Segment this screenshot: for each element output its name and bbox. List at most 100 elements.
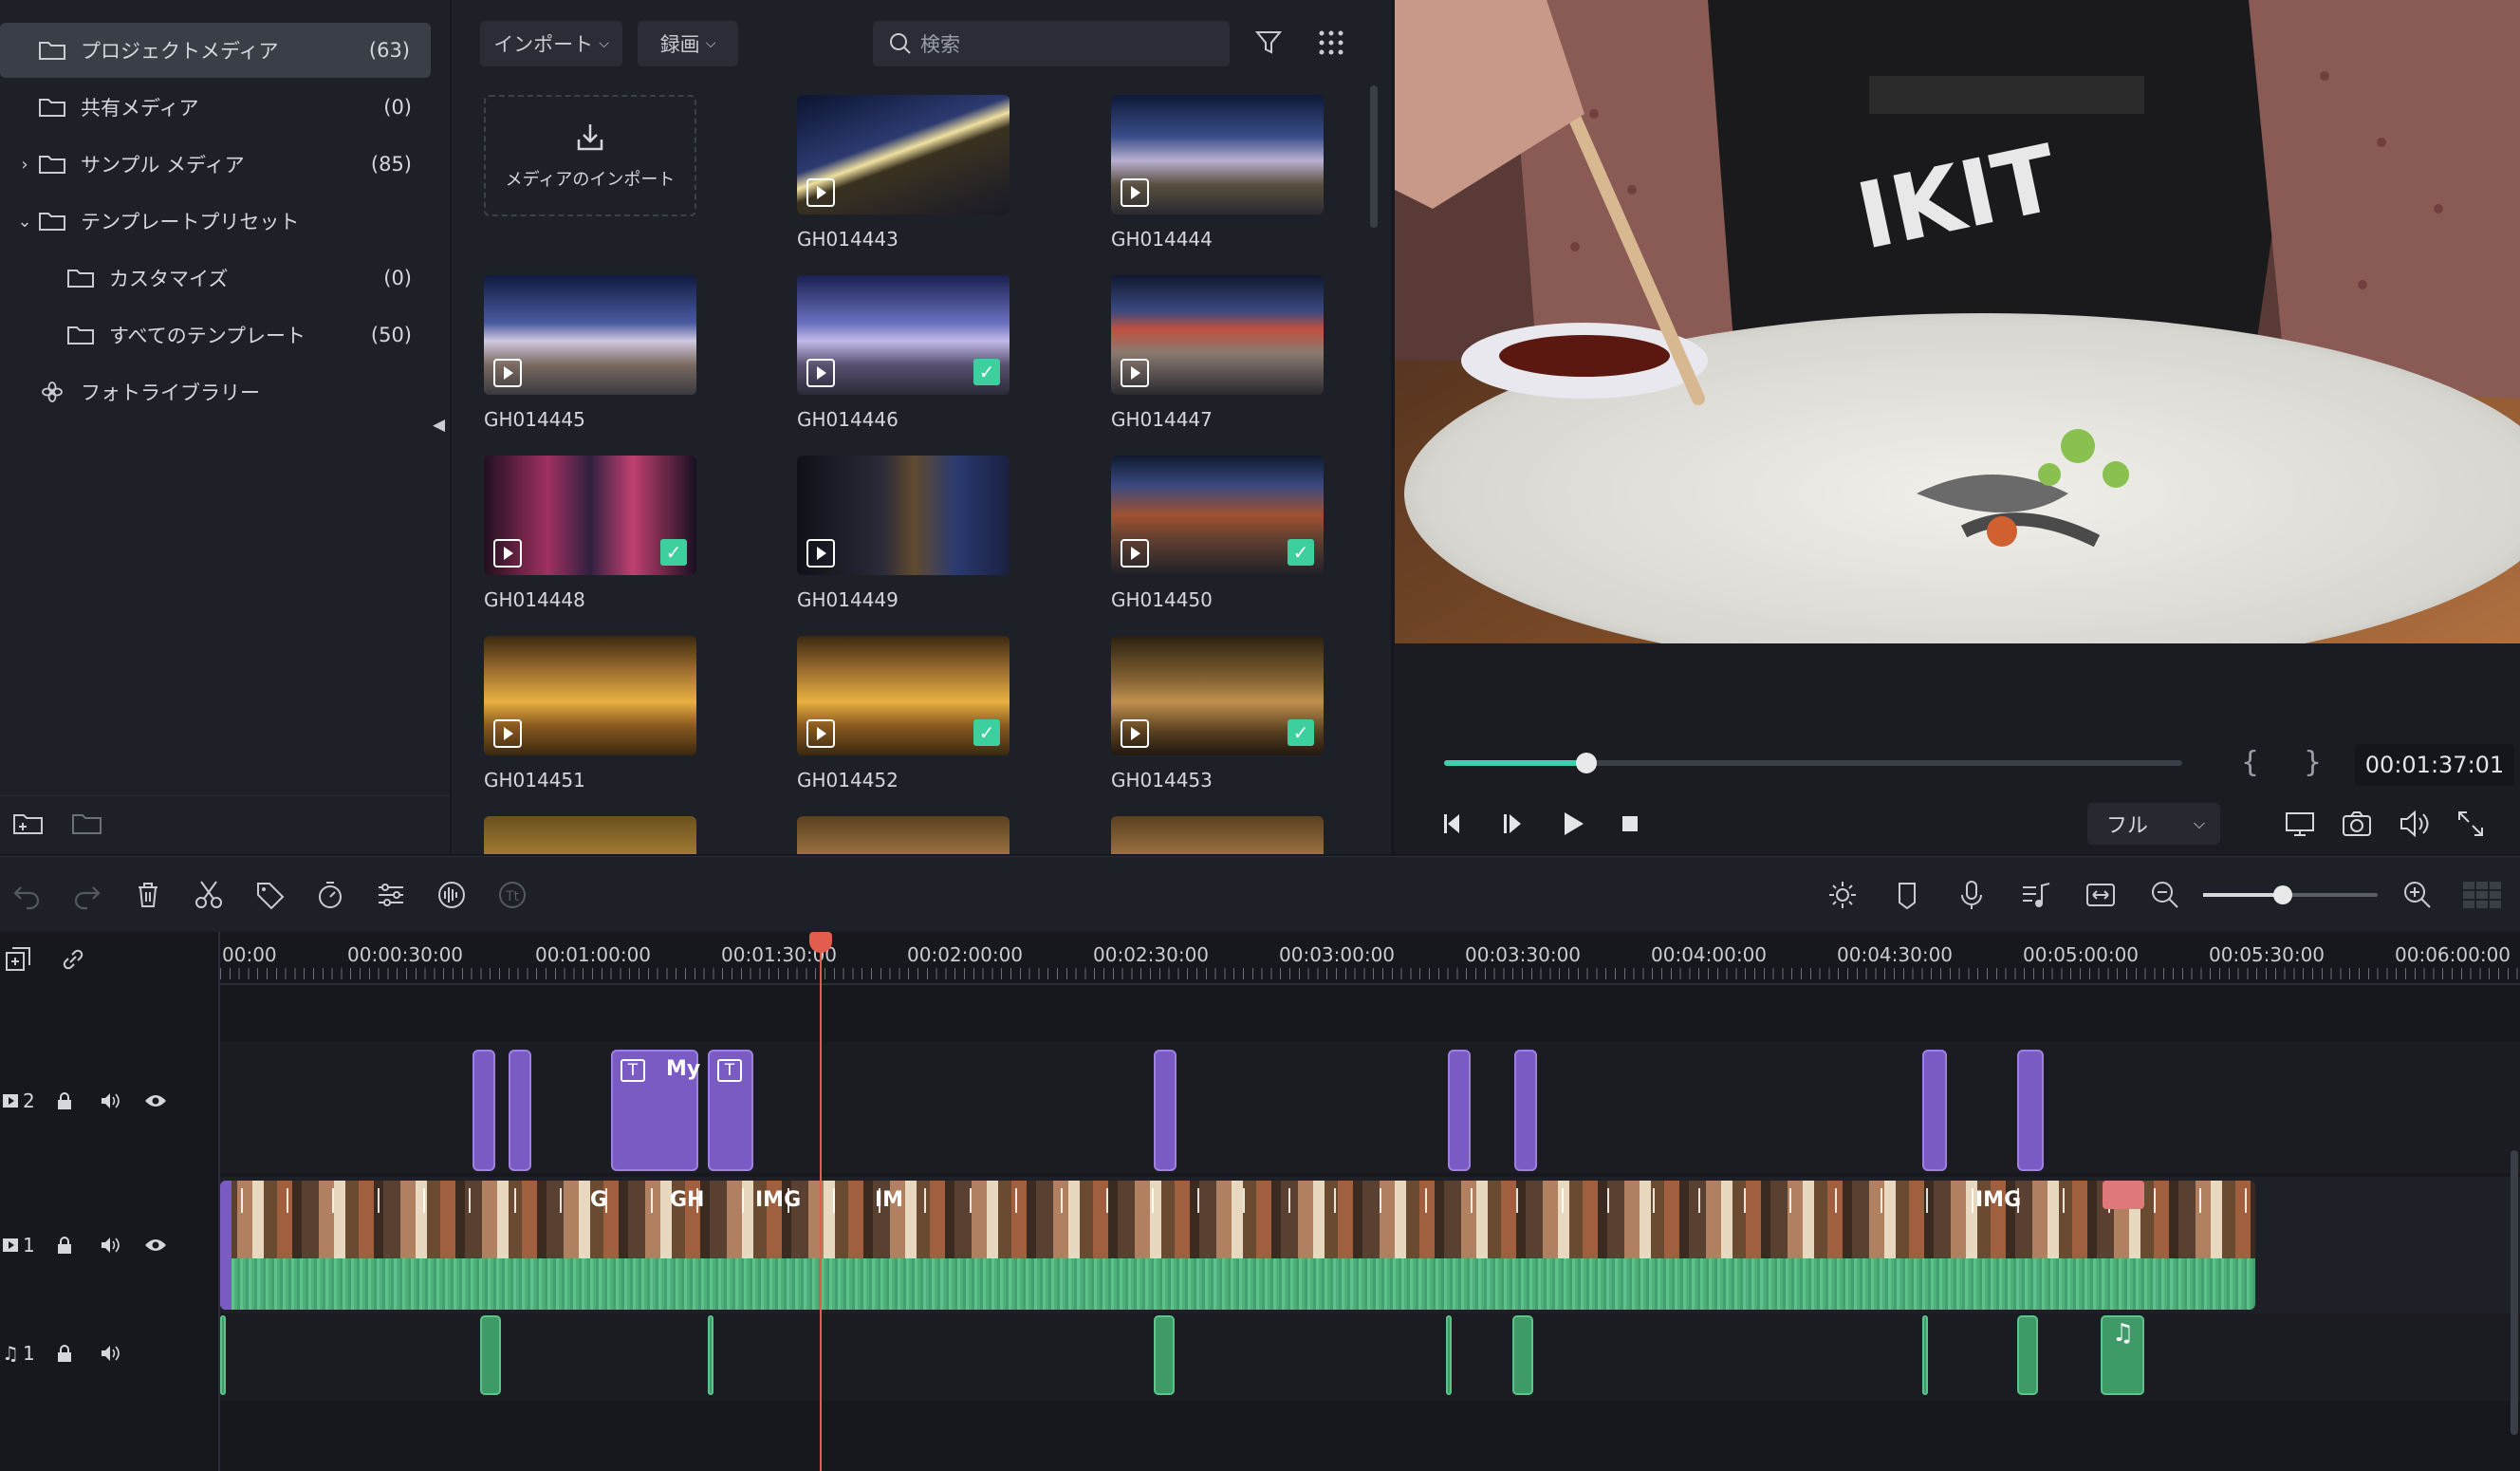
selected-clip-marker[interactable] xyxy=(2103,1181,2144,1209)
step-forward-icon[interactable] xyxy=(1495,807,1529,841)
media-scrollbar[interactable] xyxy=(1370,85,1378,228)
media-tile[interactable]: GH014451 xyxy=(484,636,696,791)
undo-icon[interactable] xyxy=(9,878,44,912)
media-tile[interactable]: ✓ GH014450 xyxy=(1111,456,1324,611)
snapshot-icon[interactable] xyxy=(2340,807,2374,841)
zoom-slider-handle[interactable] xyxy=(2273,885,2292,904)
chevron-down-icon: ⌵ xyxy=(2193,814,2205,832)
text-tts-icon[interactable]: Tt xyxy=(495,878,529,912)
media-tile[interactable]: ✓ GH014448 xyxy=(484,456,696,611)
audio-clip[interactable] xyxy=(480,1315,501,1395)
time-ruler[interactable]: 00:00 00:00:30:00 00:01:00:00 00:01:30:0… xyxy=(220,932,2520,989)
quality-dropdown[interactable]: フル ⌵ xyxy=(2087,803,2220,845)
media-tile-partial[interactable] xyxy=(1111,816,1324,854)
speed-timer-icon[interactable] xyxy=(313,878,347,912)
audio-clip[interactable] xyxy=(1512,1315,1533,1395)
lock-icon[interactable] xyxy=(42,1088,87,1114)
sidebar-item-template-presets[interactable]: ⌄ テンプレートプリセット xyxy=(0,194,433,249)
sidebar-item-photo-library[interactable]: フォトライブラリー xyxy=(0,364,433,419)
grid-view-icon[interactable] xyxy=(1317,28,1345,57)
chevron-down-icon[interactable]: ⌄ xyxy=(12,212,37,232)
chevron-right-icon[interactable]: › xyxy=(12,155,37,175)
delete-icon[interactable] xyxy=(131,878,165,912)
track-layout-icon[interactable] xyxy=(2461,878,2505,912)
folder-outline-icon[interactable] xyxy=(70,810,104,838)
marker-shield-icon[interactable] xyxy=(1890,878,1924,912)
video-clip-strip[interactable]: G GH IMG IM IMG xyxy=(220,1181,2255,1310)
fullscreen-icon[interactable] xyxy=(2454,807,2488,841)
audio-clip[interactable] xyxy=(1922,1315,1928,1395)
speaker-icon[interactable] xyxy=(87,1088,133,1114)
media-tile[interactable]: ✓ GH014452 xyxy=(797,636,1010,791)
zoom-slider[interactable] xyxy=(2203,885,2378,904)
lock-icon[interactable] xyxy=(42,1232,87,1258)
title-clip[interactable] xyxy=(1922,1050,1947,1171)
media-tile[interactable]: ✓ GH014453 xyxy=(1111,636,1324,791)
timeline-scrollbar[interactable] xyxy=(2511,1150,2518,1435)
audio-clip[interactable] xyxy=(2017,1315,2038,1395)
title-clip[interactable] xyxy=(1514,1050,1537,1171)
import-media-tile[interactable]: メディアのインポート xyxy=(484,95,696,216)
media-tile[interactable]: GH014444 xyxy=(1111,95,1324,251)
playhead-line[interactable] xyxy=(820,932,822,1471)
title-clip[interactable] xyxy=(509,1050,531,1171)
sidebar-item-sample-media[interactable]: › サンプル メディア (85) xyxy=(0,137,433,192)
stop-icon[interactable] xyxy=(1613,807,1647,841)
sidebar-item-shared-media[interactable]: 共有メディア (0) xyxy=(0,80,433,135)
lock-icon[interactable] xyxy=(42,1340,87,1367)
title-clip[interactable] xyxy=(472,1050,495,1171)
play-icon[interactable] xyxy=(1554,807,1588,841)
svg-text:Tt: Tt xyxy=(505,889,520,904)
title-clip[interactable] xyxy=(1154,1050,1177,1171)
audio-wave-icon[interactable] xyxy=(435,878,469,912)
mark-in-button[interactable]: { xyxy=(2241,746,2259,779)
media-tile[interactable]: GH014445 xyxy=(484,275,696,431)
collapse-sidebar-button[interactable]: ◀ xyxy=(433,416,445,435)
scrubber-handle[interactable] xyxy=(1576,753,1598,773)
media-tile[interactable]: GH014449 xyxy=(797,456,1010,611)
new-folder-icon[interactable] xyxy=(11,810,46,838)
speaker-icon[interactable] xyxy=(87,1232,133,1258)
render-sun-icon[interactable] xyxy=(1825,878,1860,912)
adjust-sliders-icon[interactable] xyxy=(374,878,408,912)
media-tile-partial[interactable] xyxy=(484,816,696,854)
import-dropdown[interactable]: インポート ⌵ xyxy=(480,21,622,66)
eye-icon[interactable] xyxy=(133,1088,178,1114)
audio-clip[interactable] xyxy=(1154,1315,1175,1395)
title-clip[interactable]: T xyxy=(708,1050,753,1171)
speaker-icon[interactable] xyxy=(87,1340,133,1367)
audio-clip[interactable] xyxy=(708,1315,713,1395)
display-icon[interactable] xyxy=(2283,807,2317,841)
media-tile-partial[interactable] xyxy=(797,816,1010,854)
microphone-icon[interactable] xyxy=(1955,878,1989,912)
add-track-icon[interactable] xyxy=(4,945,32,974)
music-clip[interactable]: ♫ xyxy=(2101,1315,2144,1395)
title-clip[interactable]: T My xyxy=(611,1050,700,1171)
sidebar-item-project-media[interactable]: プロジェクトメディア (63) xyxy=(0,23,431,78)
filter-icon[interactable] xyxy=(1254,28,1283,57)
record-dropdown[interactable]: 録画 ⌵ xyxy=(638,21,738,66)
scissors-icon[interactable] xyxy=(192,878,226,912)
step-back-icon[interactable] xyxy=(1436,807,1471,841)
redo-icon[interactable] xyxy=(70,878,104,912)
mark-out-button[interactable]: } xyxy=(2304,746,2322,779)
zoom-out-icon[interactable] xyxy=(2148,878,2182,912)
audio-clip[interactable] xyxy=(1446,1315,1452,1395)
zoom-in-icon[interactable] xyxy=(2400,878,2435,912)
media-tile[interactable]: GH014443 xyxy=(797,95,1010,251)
sidebar-item-all-templates[interactable]: すべてのテンプレート (50) xyxy=(0,307,433,363)
audio-clip[interactable] xyxy=(220,1315,226,1395)
fit-timeline-icon[interactable] xyxy=(2084,878,2118,912)
tag-icon[interactable] xyxy=(252,878,287,912)
music-list-icon[interactable] xyxy=(2019,878,2053,912)
search-input[interactable]: 検索 xyxy=(873,21,1230,66)
volume-icon[interactable] xyxy=(2397,807,2431,841)
eye-icon[interactable] xyxy=(133,1232,178,1258)
media-tile[interactable]: GH014447 xyxy=(1111,275,1324,431)
sidebar-item-customize[interactable]: カスタマイズ (0) xyxy=(0,251,433,306)
title-clip[interactable] xyxy=(1448,1050,1471,1171)
link-icon[interactable] xyxy=(59,945,87,974)
title-clip[interactable] xyxy=(2017,1050,2044,1171)
playback-scrubber[interactable] xyxy=(1444,753,2182,773)
media-tile[interactable]: ✓ GH014446 xyxy=(797,275,1010,431)
